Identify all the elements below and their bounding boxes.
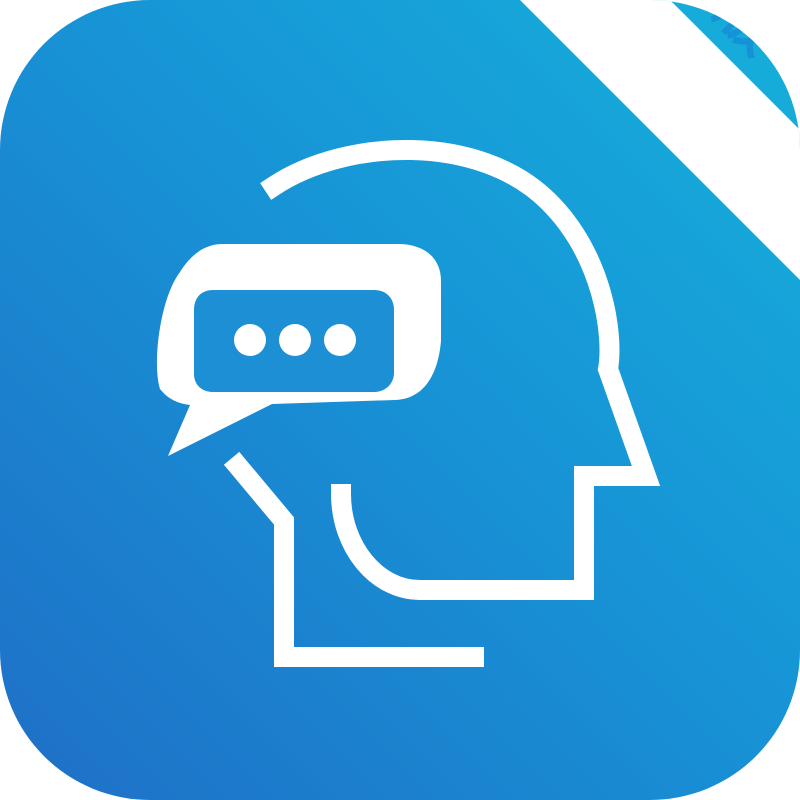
app-icon[interactable]: 专家版 <box>0 0 800 800</box>
corner-ribbon <box>520 0 800 280</box>
head-with-chat-bubble-icon <box>156 0 800 667</box>
ellipsis-icon <box>234 324 356 356</box>
ellipsis-dot-1 <box>234 324 266 356</box>
ellipsis-dot-3 <box>324 324 356 356</box>
ellipsis-dot-2 <box>279 324 311 356</box>
